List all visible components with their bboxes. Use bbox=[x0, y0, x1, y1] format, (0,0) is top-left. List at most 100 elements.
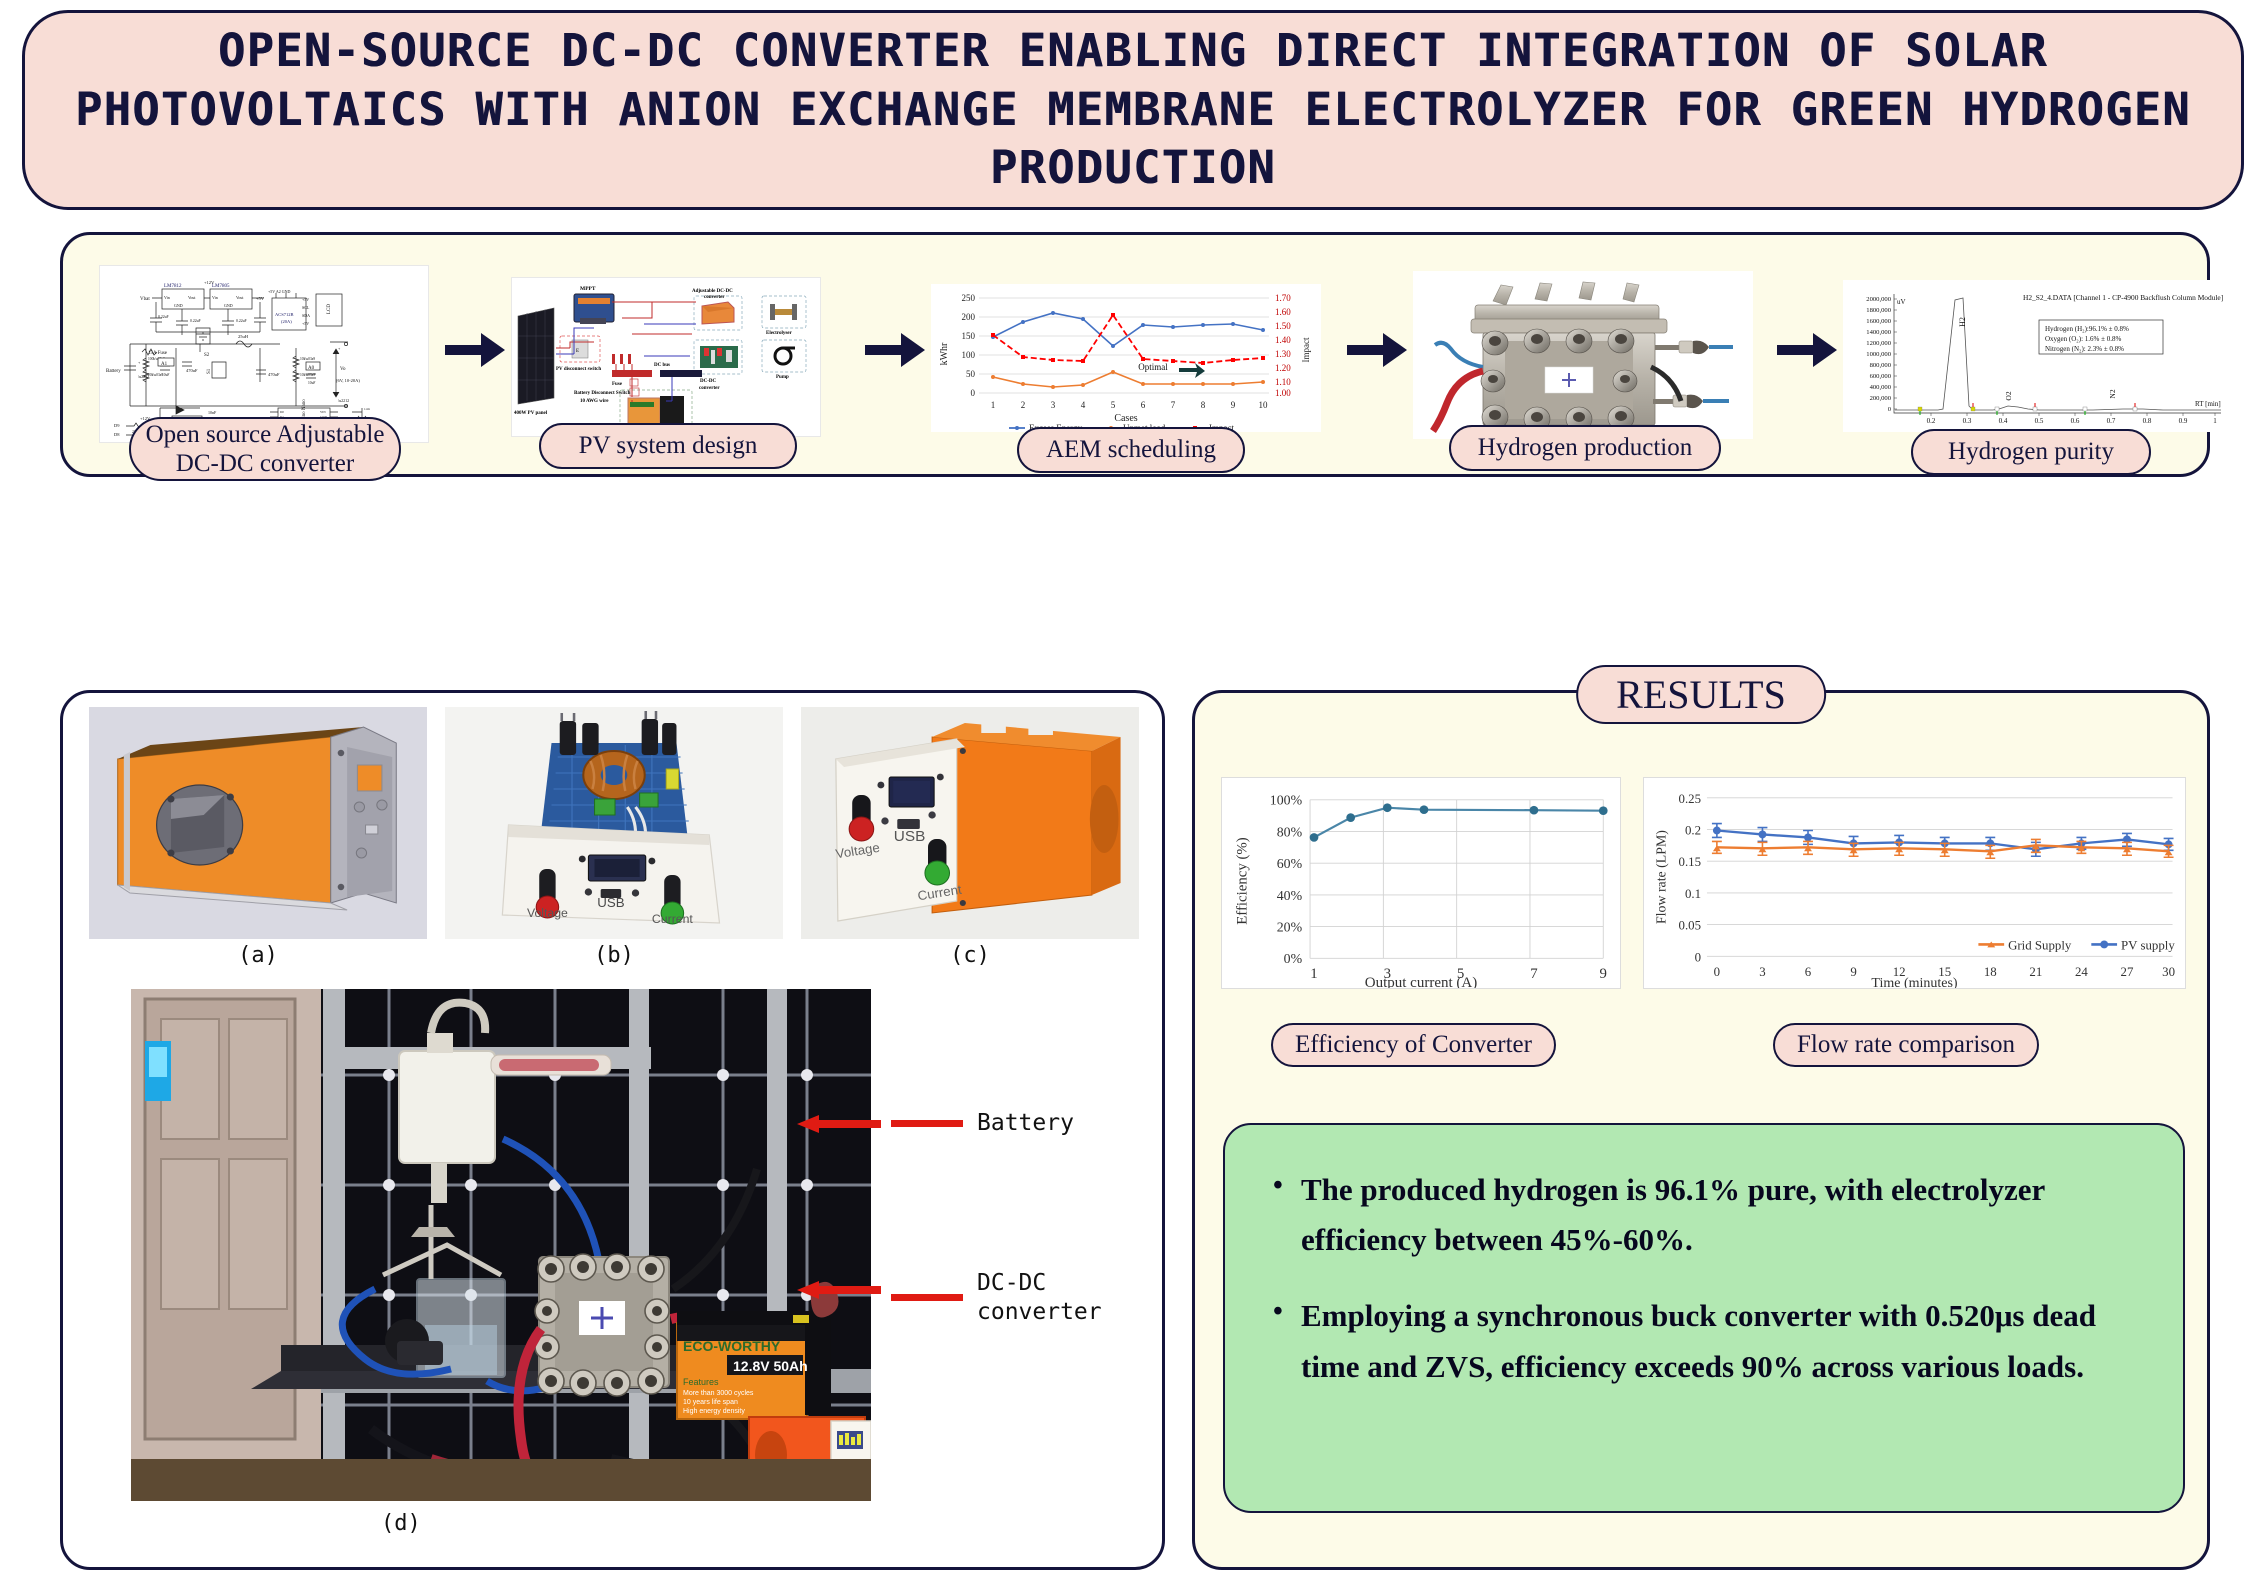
workflow-step-pv-design: 400W PV panel MPPT E PV disconnect switc… bbox=[511, 253, 821, 469]
svg-text:470uF: 470uF bbox=[186, 368, 198, 373]
svg-text:10nF: 10nF bbox=[208, 410, 217, 415]
electrolyzer-photo bbox=[1413, 271, 1753, 439]
svg-text:H2_S2_4.DATA [Channel 1 - CP-4: H2_S2_4.DATA [Channel 1 - CP-4900 Backfl… bbox=[2023, 293, 2223, 302]
svg-text:Voltage: Voltage bbox=[527, 906, 568, 920]
svg-text:PV disconnect switch: PV disconnect switch bbox=[556, 367, 601, 372]
converter-assembled-image: USB Voltage Current bbox=[801, 707, 1139, 939]
svg-text:More than 3000 cycles: More than 3000 cycles bbox=[683, 1390, 754, 1397]
conclusion-item-2: Employing a synchronous buck converter w… bbox=[1271, 1289, 2147, 1391]
photo-item-c: USB Voltage Current (c) bbox=[801, 707, 1139, 972]
svg-text:Impact: Impact bbox=[1301, 337, 1311, 362]
svg-text:(20A): (20A) bbox=[281, 319, 292, 324]
arrow-right-icon-4 bbox=[1777, 333, 1837, 367]
svg-text:LCD: LCD bbox=[327, 304, 332, 314]
workflow-step-hydrogen-purity: 2000,000 1800,000 1600,000 1400,000 1200,0… bbox=[1843, 251, 2233, 475]
svg-text:0.8: 0.8 bbox=[2143, 417, 2152, 425]
svg-text:S2: S2 bbox=[204, 353, 210, 358]
svg-text:D8: D8 bbox=[114, 432, 120, 437]
svg-text:Vout: Vout bbox=[188, 295, 196, 300]
efficiency-chart-badge-label: Efficiency of Converter bbox=[1295, 1031, 1532, 1058]
svg-text:SDA: SDA bbox=[302, 313, 310, 318]
svg-text:+5V A2 GND: +5V A2 GND bbox=[268, 289, 291, 294]
svg-text:Battery Disconnect Switch: Battery Disconnect Switch bbox=[574, 391, 631, 396]
workflow-badge-aem-scheduling-label: AEM scheduling bbox=[1045, 436, 1217, 464]
svg-text:15A Fuse: 15A Fuse bbox=[148, 351, 168, 356]
svg-text:ECO-WORTHY: ECO-WORTHY bbox=[683, 1338, 781, 1354]
svg-text:100: 100 bbox=[962, 350, 976, 360]
svg-text:0.22uF: 0.22uF bbox=[236, 319, 247, 323]
conclusions-box: The produced hydrogen is 96.1% pure, wit… bbox=[1223, 1123, 2185, 1513]
callout-label-battery: Battery bbox=[977, 1110, 1074, 1136]
chromatogram-chart: 2000,000 1800,000 1600,000 1400,000 1200,0… bbox=[1843, 280, 2233, 432]
svg-text:150: 150 bbox=[962, 331, 976, 341]
workflow-badge-hydrogen-production-label: Hydrogen production bbox=[1477, 434, 1693, 462]
workflow-badge-hydrogen-purity: Hydrogen purity bbox=[1911, 429, 2151, 475]
svg-text:GND: GND bbox=[174, 303, 183, 308]
svg-text:1.60: 1.60 bbox=[1275, 307, 1291, 317]
workflow-step-aem-scheduling: 250 200 150 100 50 0 kWhr 1.70 1.60 1.50 1.40… bbox=[931, 255, 1321, 473]
svg-text:kWhr: kWhr bbox=[939, 342, 950, 365]
svg-text:1400,000: 1400,000 bbox=[1866, 329, 1891, 336]
svg-text:0.4: 0.4 bbox=[1999, 417, 2008, 425]
svg-text:1cm: 1cm bbox=[364, 407, 370, 411]
flow-rate-chart-badge: Flow rate comparison bbox=[1773, 1023, 2040, 1067]
svg-text:0.22uF: 0.22uF bbox=[158, 315, 169, 319]
svg-text:1800,000: 1800,000 bbox=[1866, 307, 1891, 314]
svg-text:N2: N2 bbox=[2108, 389, 2117, 398]
svg-text:0.2: 0.2 bbox=[1685, 823, 1701, 837]
svg-text:0.22uF: 0.22uF bbox=[190, 319, 201, 323]
svg-text:10k\u03a9: 10k\u03a9 bbox=[300, 373, 315, 377]
svg-text:USB: USB bbox=[894, 828, 926, 845]
svg-text:Vin: Vin bbox=[164, 295, 170, 300]
converter-open-image: USB Voltage Current bbox=[445, 707, 783, 939]
svg-text:1000,000: 1000,000 bbox=[1866, 351, 1891, 358]
svg-text:GND: GND bbox=[224, 303, 233, 308]
arrow-right-icon-3 bbox=[1347, 333, 1407, 367]
svg-text:Current: Current bbox=[652, 912, 694, 926]
svg-text:Flow rate (LPM): Flow rate (LPM) bbox=[1653, 830, 1669, 924]
svg-text:2000,000: 2000,000 bbox=[1866, 296, 1891, 303]
svg-text:3: 3 bbox=[1051, 400, 1056, 410]
workflow-badge-schematic-label: Open source Adjustable DC-DC converter bbox=[145, 420, 385, 478]
aem-scheduling-chart: 250 200 150 100 50 0 kWhr 1.70 1.60 1.50 1.40… bbox=[931, 284, 1321, 432]
flow-rate-chart-badge-label: Flow rate comparison bbox=[1797, 1031, 2016, 1058]
svg-text:15: 15 bbox=[1938, 965, 1951, 979]
svg-text:1.30: 1.30 bbox=[1275, 349, 1291, 359]
svg-text:\u2212: \u2212 bbox=[338, 398, 349, 403]
photo-item-d: ECO-WORTHY 12.8V 50Ah Features More than… bbox=[131, 989, 1102, 1559]
svg-text:0.2: 0.2 bbox=[1927, 417, 1936, 425]
svg-text:VIN: VIN bbox=[320, 410, 326, 414]
photo-caption-b: (b) bbox=[594, 943, 634, 968]
conclusion-item-1: The produced hydrogen is 96.1% pure, wit… bbox=[1271, 1163, 2147, 1265]
svg-text:RT [min]: RT [min] bbox=[2195, 400, 2221, 408]
svg-text:1.00: 1.00 bbox=[1275, 388, 1291, 398]
workflow-step-hydrogen-production: Hydrogen production bbox=[1413, 249, 1753, 471]
svg-text:100%: 100% bbox=[1270, 793, 1303, 808]
svg-text:9: 9 bbox=[1231, 400, 1236, 410]
svg-text:60%: 60% bbox=[1277, 856, 1303, 871]
svg-text:6: 6 bbox=[1141, 400, 1146, 410]
svg-text:uV: uV bbox=[1897, 298, 1906, 306]
svg-text:USB: USB bbox=[597, 895, 625, 910]
svg-text:Adjustable DC-DC: Adjustable DC-DC bbox=[692, 289, 733, 294]
svg-text:40%: 40% bbox=[1277, 888, 1303, 903]
svg-text:A1: A1 bbox=[161, 362, 168, 367]
workflow-badge-pv-design-label: PV system design bbox=[578, 432, 758, 460]
callout-line-dcdc bbox=[891, 1294, 963, 1302]
graphical-abstract-page: OPEN-SOURCE DC-DC CONVERTER ENABLING DIR… bbox=[0, 0, 2264, 1592]
workflow-badge-schematic: Open source Adjustable DC-DC converter bbox=[129, 417, 401, 481]
svg-text:PV supply: PV supply bbox=[2121, 938, 2175, 952]
title-banner: OPEN-SOURCE DC-DC CONVERTER ENABLING DIR… bbox=[22, 10, 2244, 210]
callout-battery: Battery bbox=[891, 1109, 1074, 1138]
svg-text:12.8V 50Ah: 12.8V 50Ah bbox=[733, 1358, 808, 1374]
results-panel: RESULTS 100% 80% 60% 40% 20% 0% Efficien… bbox=[1192, 665, 2210, 1570]
svg-text:10 years life span: 10 years life span bbox=[683, 1399, 738, 1406]
svg-text:Efficiency (%): Efficiency (%) bbox=[1235, 837, 1251, 925]
svg-text:50: 50 bbox=[966, 369, 976, 379]
svg-text:0.25: 0.25 bbox=[1679, 792, 1702, 806]
svg-text:MPPT: MPPT bbox=[580, 286, 596, 292]
svg-text:470uF: 470uF bbox=[268, 372, 280, 377]
svg-text:18: 18 bbox=[1984, 965, 1997, 979]
svg-text:LM7812: LM7812 bbox=[164, 284, 182, 289]
svg-text:Optimal: Optimal bbox=[1138, 362, 1168, 372]
